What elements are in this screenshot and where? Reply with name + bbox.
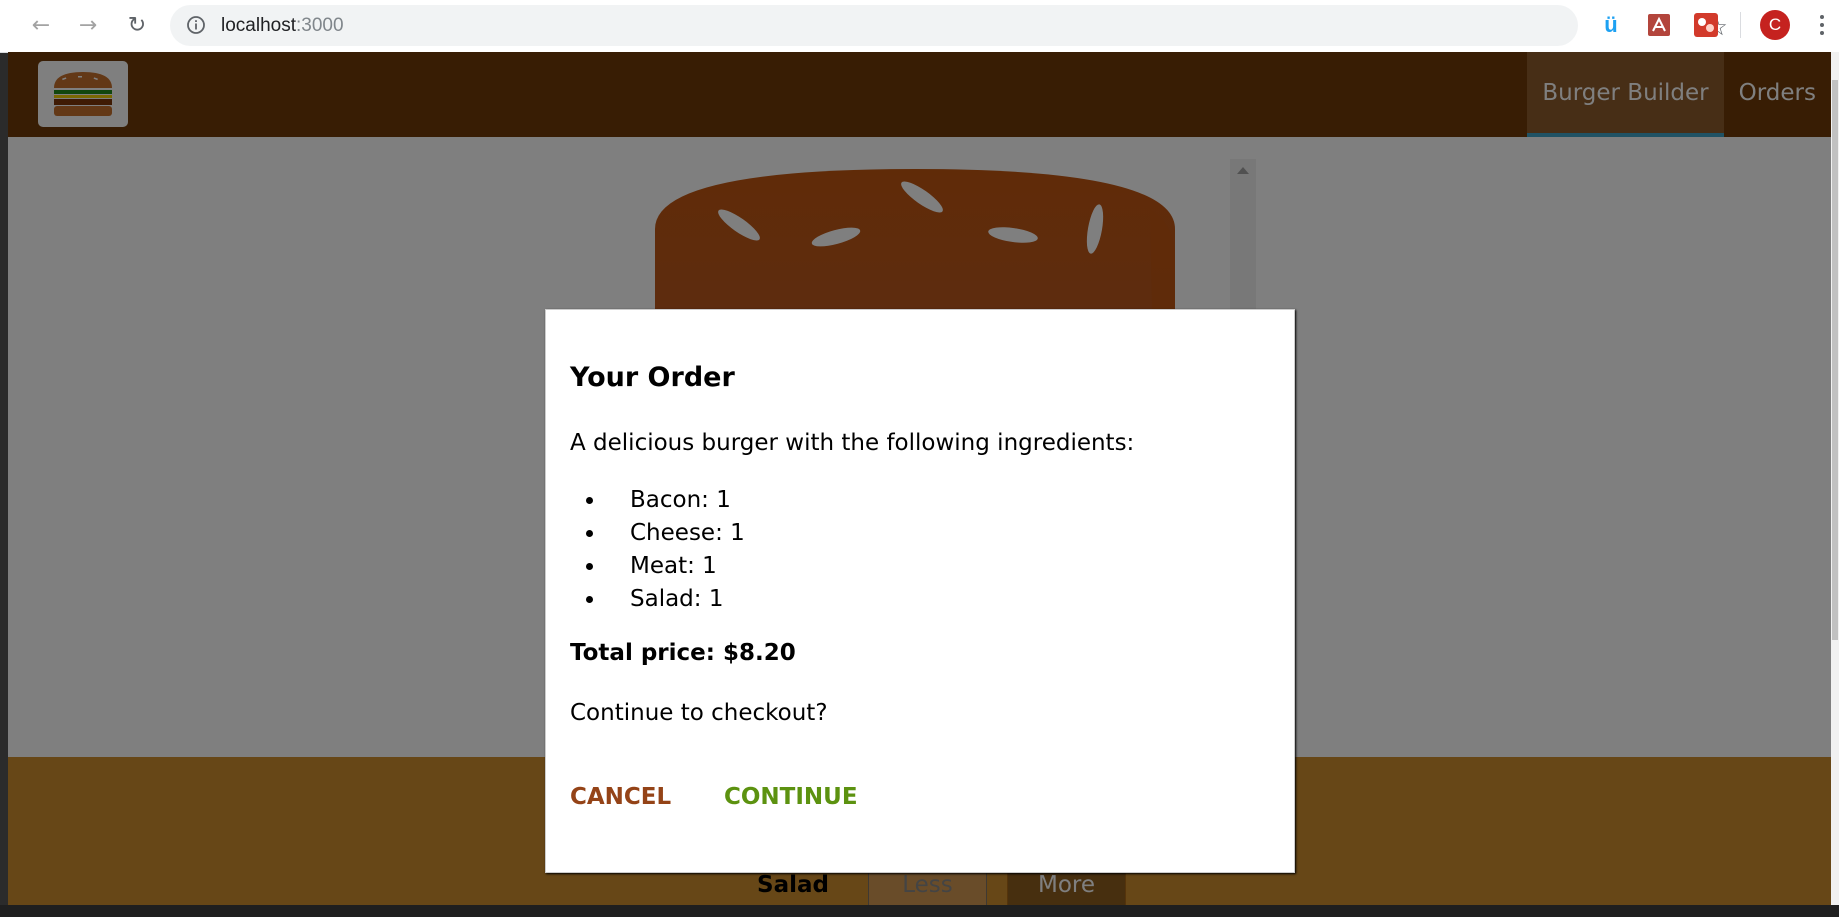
list-item: Meat: 1: [606, 550, 745, 583]
list-item: Bacon: 1: [606, 484, 745, 517]
cancel-button[interactable]: CANCEL: [570, 784, 671, 810]
menu-icon[interactable]: [1812, 10, 1832, 40]
browser-toolbar: ← → ↻ localhost:3000 ☆ ü C: [0, 0, 1839, 53]
info-icon[interactable]: [186, 15, 206, 35]
extension-icon[interactable]: ü: [1597, 11, 1625, 39]
profile-avatar[interactable]: C: [1760, 10, 1790, 40]
modal-title: Your Order: [570, 362, 735, 393]
list-item: Cheese: 1: [606, 517, 745, 550]
url-host: localhost: [221, 15, 296, 36]
continue-button[interactable]: CONTINUE: [724, 784, 858, 810]
url-port: :3000: [296, 15, 344, 36]
pdf-icon[interactable]: [1645, 11, 1673, 39]
ingredient-list: Bacon: 1 Cheese: 1 Meat: 1 Salad: 1: [570, 484, 745, 616]
puzzle-extension-icon[interactable]: [1692, 11, 1720, 39]
url-text[interactable]: localhost:3000: [221, 15, 344, 37]
os-taskbar: [0, 905, 1839, 917]
checkout-question: Continue to checkout?: [570, 700, 828, 726]
list-item: Salad: 1: [606, 583, 745, 616]
order-summary-modal: Your Order A delicious burger with the f…: [545, 309, 1295, 873]
reload-icon[interactable]: ↻: [122, 10, 152, 40]
toolbar-divider: [1740, 12, 1741, 38]
forward-arrow-icon[interactable]: →: [73, 10, 103, 40]
address-bar[interactable]: localhost:3000 ☆: [170, 5, 1728, 46]
page-scrollbar-thumb[interactable]: [1832, 80, 1838, 640]
modal-description: A delicious burger with the following in…: [570, 430, 1135, 456]
back-arrow-icon[interactable]: ←: [26, 10, 56, 40]
total-price: Total price: $8.20: [570, 640, 796, 666]
